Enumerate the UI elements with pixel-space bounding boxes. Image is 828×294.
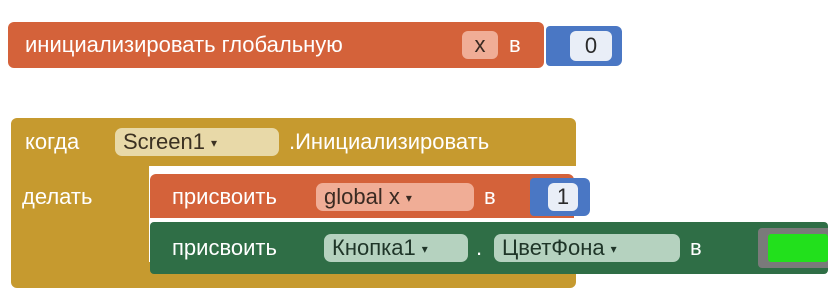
number-field-one[interactable]: 1 [548,183,578,211]
property-dropdown-backgroundcolor[interactable]: ЦветФона ▾ [494,234,680,262]
variable-dropdown-global-x[interactable]: global x ▾ [316,183,474,211]
init-to-label: в [509,32,521,57]
number-field-zero[interactable]: 0 [570,31,612,61]
when-label: когда [25,129,80,154]
do-label: делать [22,184,93,209]
set-to-label: в [484,184,496,209]
property-name: ЦветФона [502,235,605,260]
initialize-global-block[interactable]: инициализировать глобальную x в [8,22,544,68]
component-name: Screen1 [123,129,205,154]
color-swatch-green[interactable] [768,234,828,262]
component-name: Кнопка1 [332,235,416,260]
set-global-x-block[interactable]: присвоить global x ▾ в [150,174,574,218]
dropdown-arrow-icon: ▾ [405,191,412,206]
set-to-label: в [690,235,702,260]
component-dropdown-button1[interactable]: Кнопка1 ▾ [324,234,468,262]
set-label: присвоить [172,235,277,260]
component-dropdown-screen1[interactable]: Screen1 ▾ [115,128,279,156]
init-global-label: инициализировать глобальную [25,32,343,57]
number-block-zero[interactable]: 0 [546,26,622,66]
variable-name-field[interactable]: x [462,31,498,59]
set-label: присвоить [172,184,277,209]
color-block[interactable] [758,228,828,268]
screen-initialize-event-block[interactable]: когда Screen1 ▾ .Инициализировать [11,118,576,166]
variable-name: global x [324,184,400,209]
number-block-one[interactable]: 1 [530,178,590,216]
dropdown-arrow-icon: ▾ [610,242,617,257]
property-dot: . [476,235,483,260]
set-button-backgroundcolor-block[interactable]: присвоить Кнопка1 ▾ . ЦветФона ▾ в [150,222,828,274]
dropdown-arrow-icon: ▾ [421,242,428,257]
event-name-label: .Инициализировать [289,129,490,154]
dropdown-arrow-icon: ▾ [210,136,217,151]
